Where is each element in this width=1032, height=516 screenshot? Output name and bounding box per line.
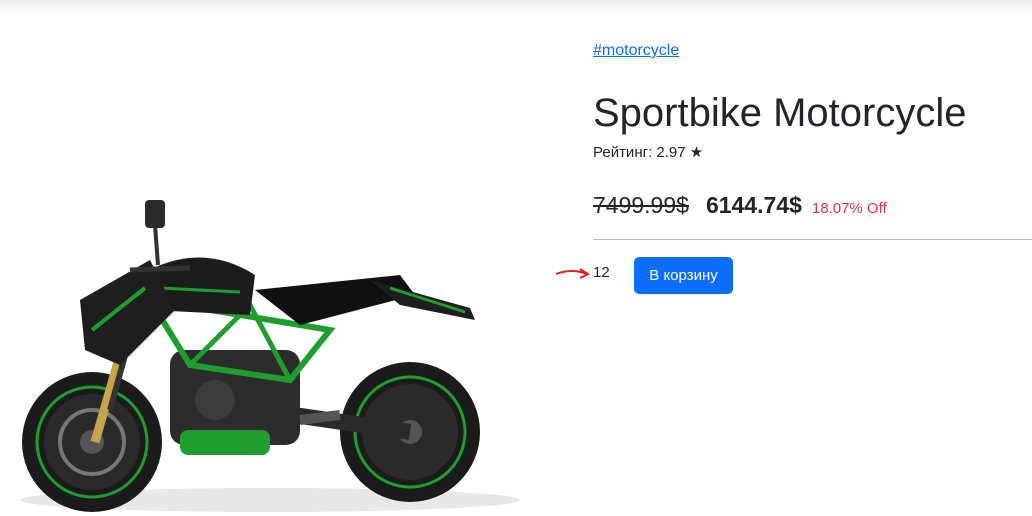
red-arrow [555, 268, 591, 279]
old-price: 7499.99$ [593, 192, 689, 218]
divider [593, 239, 1032, 240]
category-tag-link[interactable]: #motorcycle [593, 42, 679, 60]
new-price: 6144.74$ [705, 192, 802, 218]
add-to-cart-button[interactable]: В корзину [634, 257, 733, 294]
product-title: Sportbike Motorcycle [593, 91, 967, 135]
price-row: 7499.99$ 6144.74$ 18.07% Off [593, 192, 887, 224]
discount-badge: 18.07% Off [811, 200, 887, 217]
product-info: #motorcycle Sportbike Motorcycle Рейтинг… [593, 0, 1032, 516]
product-image [0, 180, 540, 516]
quantity-value: 12 [593, 264, 610, 281]
product-rating: Рейтинг: 2.97 ★ [593, 144, 704, 161]
